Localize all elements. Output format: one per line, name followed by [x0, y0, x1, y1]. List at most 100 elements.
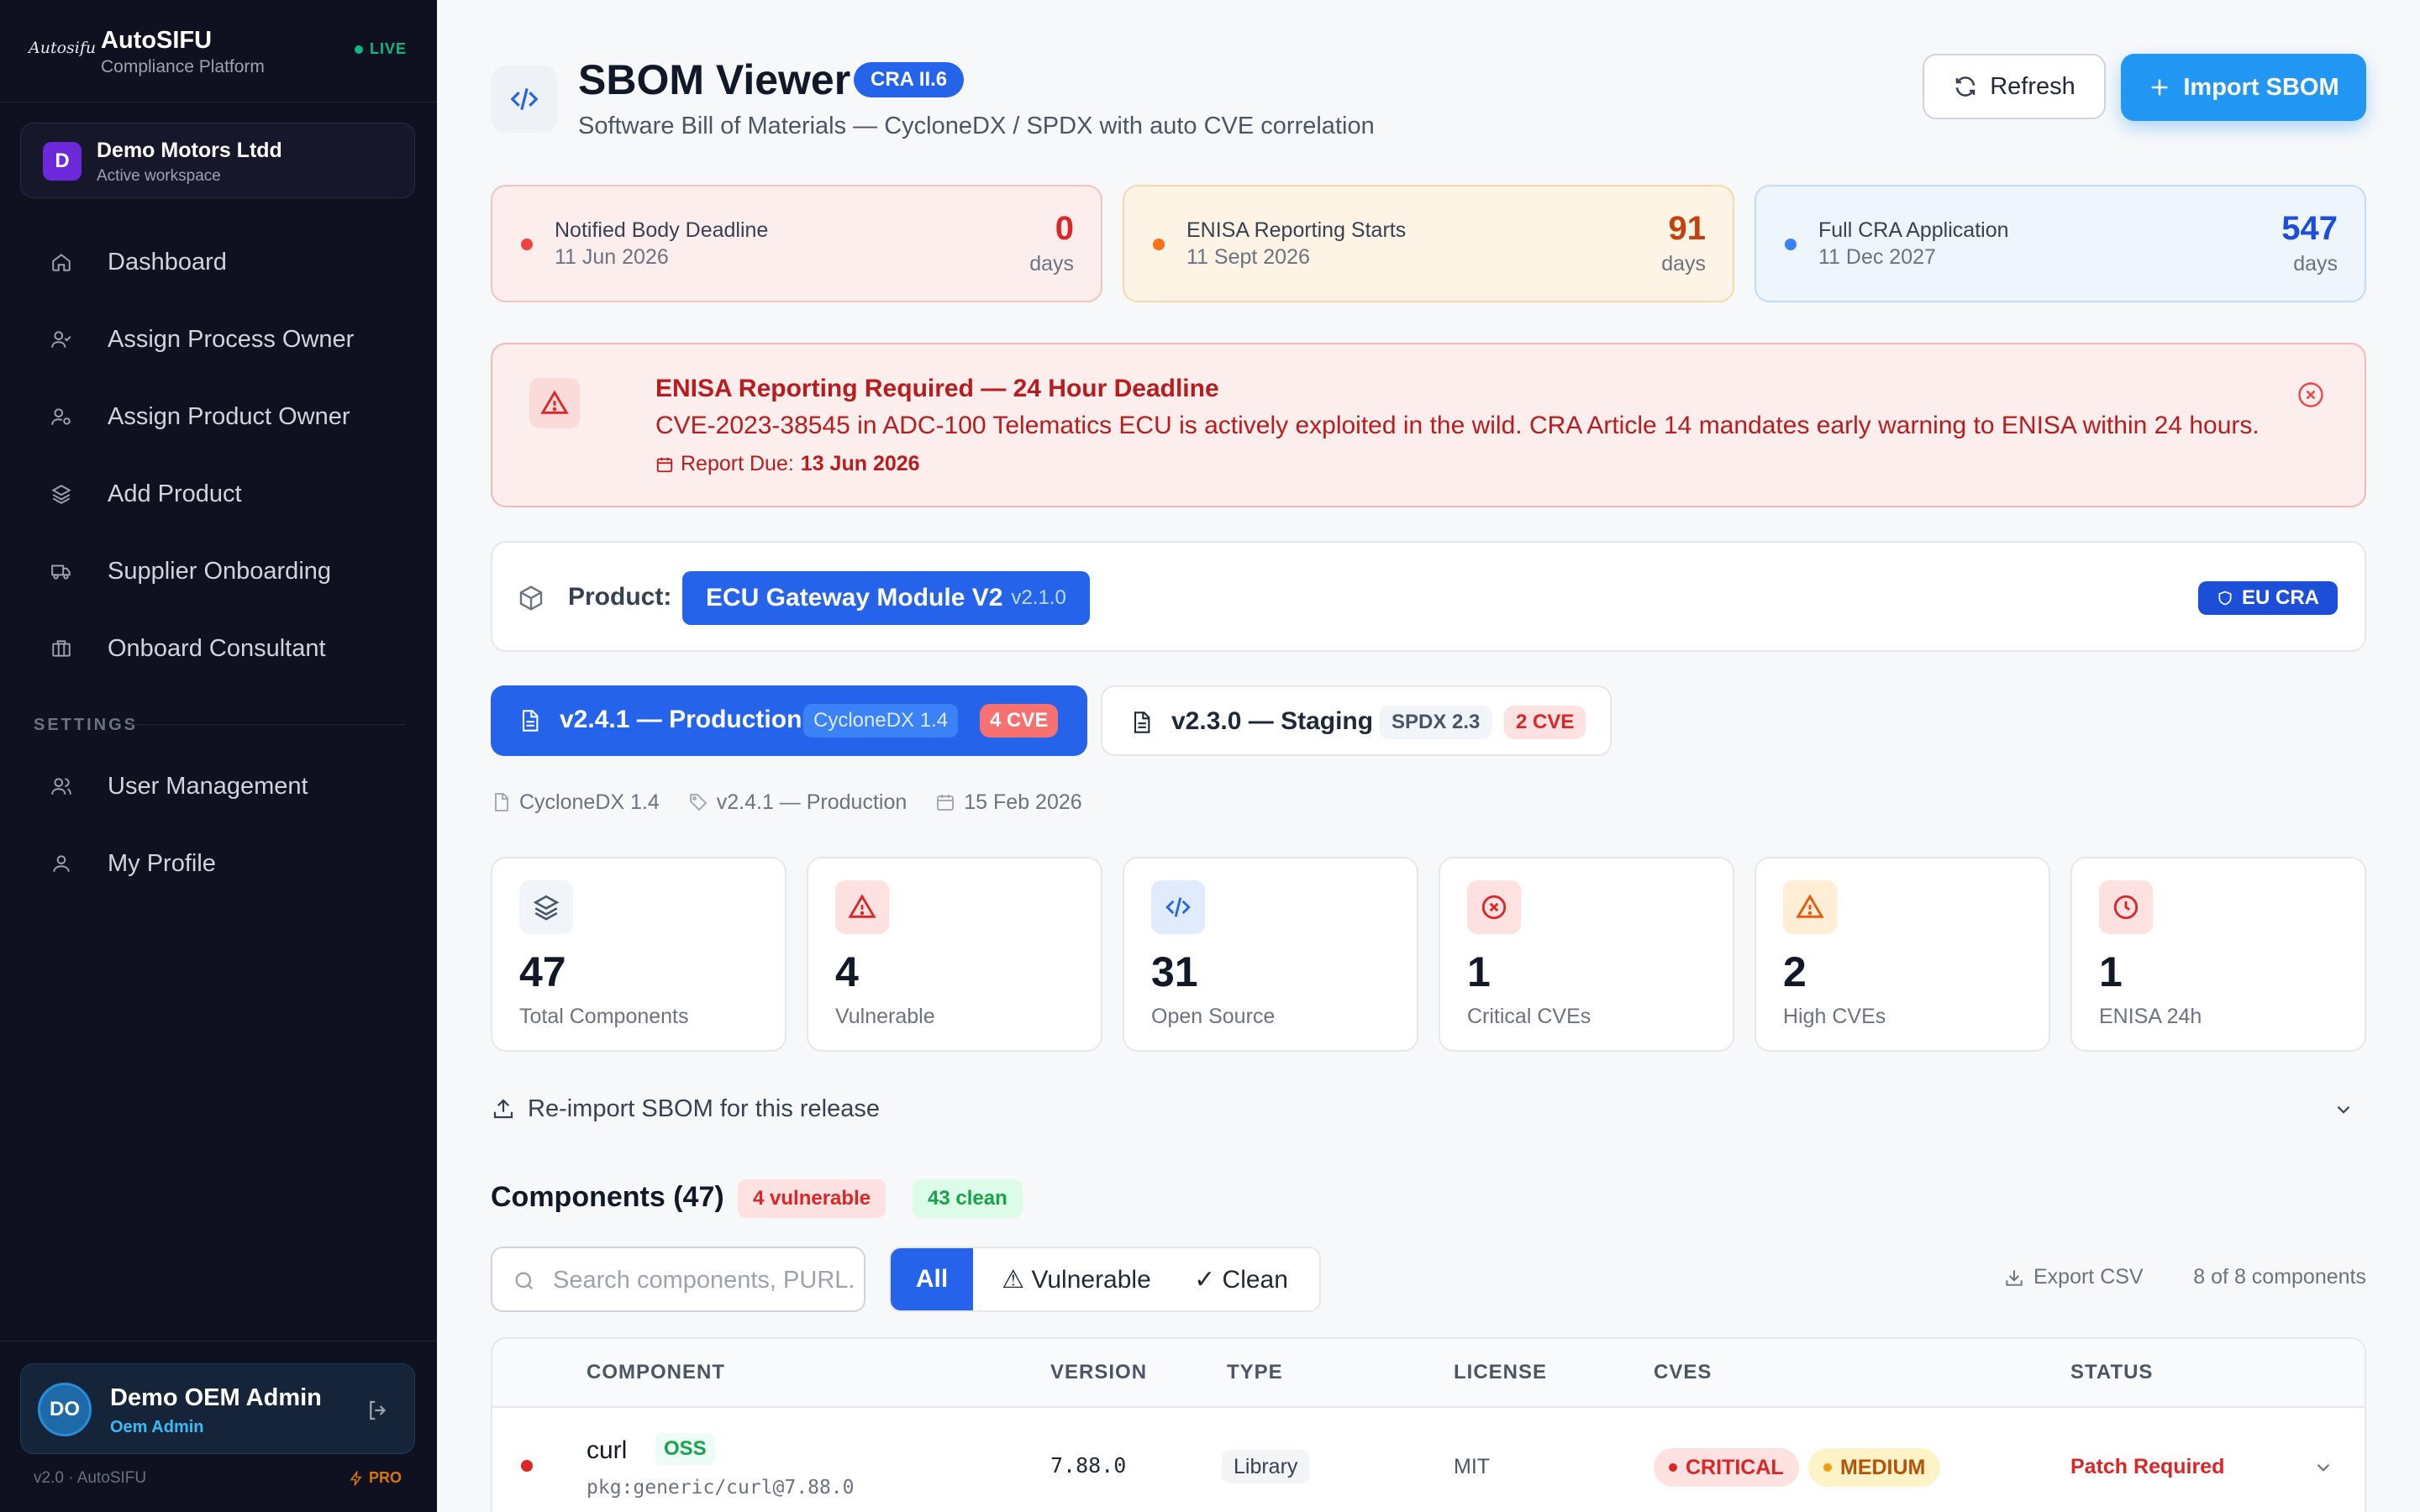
plus-icon: [2152, 79, 2168, 96]
user-name: Demo OEM Admin: [110, 1384, 322, 1411]
calendar-icon: [656, 457, 673, 472]
stat-card-total-components: 47 Total Components: [491, 857, 786, 1052]
live-label: LIVE: [369, 40, 407, 57]
export-label: Export CSV: [2033, 1265, 2144, 1289]
sidebar-item-supplier-onboarding[interactable]: Supplier Onboarding: [20, 541, 415, 601]
alert-due-date: 13 Jun 2026: [800, 452, 920, 475]
workspace-avatar: D: [43, 142, 82, 181]
release-name: v2.4.1 — Production: [560, 706, 802, 733]
brand-name: AutoSIFU: [101, 27, 213, 54]
tab-release-production[interactable]: v2.4.1 — Production CycloneDX 1.4 4 CVE: [491, 685, 1087, 756]
filter-vulnerable-button[interactable]: ⚠ Vulnerable: [990, 1248, 1163, 1310]
severity-dot: [521, 1460, 533, 1472]
sidebar-item-label: Assign Product Owner: [108, 402, 350, 430]
stat-card-enisa-24h: 1 ENISA 24h: [2070, 857, 2366, 1052]
warning-icon: [1783, 880, 1837, 934]
status-dot: [1785, 239, 1797, 250]
stat-value: 4: [835, 948, 859, 995]
alert-due-label: Report Due:: [681, 452, 794, 475]
filter-group: All ⚠ Vulnerable ✓ Clean: [889, 1247, 1321, 1312]
release-cve-badge: 2 CVE: [1504, 706, 1586, 739]
refresh-label: Refresh: [1990, 72, 2075, 100]
warning-icon: [529, 378, 580, 428]
layers-icon: [50, 483, 72, 505]
enisa-alert: ENISA Reporting Required — 24 Hour Deadl…: [491, 343, 2366, 507]
download-icon: [2006, 1269, 2023, 1286]
sidebar-item-assign-product-owner[interactable]: Assign Product Owner: [20, 386, 415, 447]
release-format-badge: SPDX 2.3: [1380, 706, 1492, 739]
user-card[interactable]: DO Demo OEM Admin Oem Admin: [20, 1363, 415, 1454]
stat-label: Critical CVEs: [1467, 1005, 1591, 1028]
alert-message: CVE-2023-38545 in ADC-100 Telematics ECU…: [655, 412, 2260, 439]
column-header[interactable]: STATUS: [2070, 1361, 2153, 1384]
release-meta: CycloneDX 1.4 v2.4.1 — Production 15 Feb…: [491, 788, 1082, 816]
deadline-card: Full CRA Application 11 Dec 2027 547 day…: [1754, 185, 2366, 302]
search-input[interactable]: [553, 1260, 855, 1300]
product-version: v2.1.0: [1011, 586, 1066, 609]
file-icon: [495, 793, 508, 811]
product-select[interactable]: ECU Gateway Module V2 v2.1.0: [682, 571, 1090, 625]
eu-cra-label: EU CRA: [2241, 586, 2319, 609]
import-sbom-button[interactable]: Import SBOM: [2121, 54, 2366, 121]
column-header[interactable]: VERSION: [1050, 1361, 1147, 1384]
sidebar-item-assign-process-owner[interactable]: Assign Process Owner: [20, 309, 415, 370]
deadline-date: 11 Dec 2027: [1818, 245, 1936, 269]
refresh-button[interactable]: Refresh: [1923, 54, 2106, 119]
live-indicator: LIVE: [354, 40, 407, 58]
component-license: MIT: [1454, 1455, 1491, 1478]
stat-value: 47: [519, 948, 566, 995]
refresh-icon: [1955, 76, 1975, 97]
truck-icon: [50, 560, 72, 582]
import-label: Import SBOM: [2183, 73, 2339, 101]
column-header[interactable]: CVES: [1654, 1361, 1712, 1384]
release-name: v2.3.0 — Staging: [1171, 707, 1374, 735]
export-csv-button[interactable]: Export CSV: [2003, 1265, 2144, 1289]
workspace-switcher[interactable]: D Demo Motors Ltdd Active workspace: [20, 123, 415, 198]
cve-severity-label: CRITICAL: [1686, 1455, 1784, 1479]
tab-release-staging[interactable]: v2.3.0 — Staging SPDX 2.3 2 CVE: [1101, 685, 1612, 756]
sidebar-item-onboard-consultant[interactable]: Onboard Consultant: [20, 618, 415, 679]
cra-badge: CRA II.6: [854, 62, 965, 97]
component-version: 7.88.0: [1050, 1453, 1127, 1478]
reimport-sbom-toggle[interactable]: Re-import SBOM for this release: [491, 1092, 2366, 1126]
sidebar-item-dashboard[interactable]: Dashboard: [20, 232, 415, 292]
component-type: Library: [1222, 1450, 1310, 1483]
close-icon[interactable]: [2296, 380, 2326, 410]
severity-dot: [1669, 1463, 1677, 1472]
cve-severity-pill: MEDIUM: [1808, 1448, 1941, 1487]
sidebar-item-label: My Profile: [108, 849, 216, 877]
sidebar-item-user-management[interactable]: User Management: [20, 756, 415, 816]
code-icon: [491, 66, 558, 133]
stat-value: 1: [1467, 948, 1491, 995]
sidebar-item-label: Dashboard: [108, 248, 227, 276]
column-header[interactable]: TYPE: [1227, 1361, 1283, 1384]
stat-label: Total Components: [519, 1005, 689, 1028]
table-header: COMPONENT VERSION TYPE LICENSE CVES STAT…: [492, 1339, 2365, 1408]
sidebar-item-add-product[interactable]: Add Product: [20, 464, 415, 524]
deadline-card: ENISA Reporting Starts 11 Sept 2026 91 d…: [1123, 185, 1734, 302]
sidebar-item-label: Onboard Consultant: [108, 634, 326, 662]
sidebar-item-label: Assign Process Owner: [108, 325, 355, 353]
layers-icon: [519, 880, 573, 934]
sidebar: Autosifu AutoSIFU Compliance Platform LI…: [0, 0, 437, 1512]
chevron-down-icon[interactable]: [2312, 1457, 2334, 1478]
product-selector-bar: Product: ECU Gateway Module V2 v2.1.0 EU…: [491, 541, 2366, 652]
logout-icon[interactable]: [366, 1398, 391, 1423]
sidebar-item-my-profile[interactable]: My Profile: [20, 833, 415, 894]
component-count: 8 of 8 components: [2193, 1265, 2366, 1289]
pro-badge: PRO: [349, 1469, 402, 1487]
release-cve-badge: 4 CVE: [980, 704, 1059, 738]
stat-card-critical-cves: 1 Critical CVEs: [1439, 857, 1734, 1052]
cve-severity-pill: CRITICAL: [1654, 1448, 1799, 1487]
eu-cra-badge: EU CRA: [2197, 581, 2338, 615]
table-row[interactable]: curl OSS pkg:generic/curl@7.88.0 7.88.0 …: [492, 1410, 2365, 1512]
column-header[interactable]: LICENSE: [1454, 1361, 1547, 1384]
meta-release: v2.4.1 — Production: [688, 790, 907, 815]
filter-clean-button[interactable]: ✓ Clean: [1163, 1248, 1319, 1310]
product-label: Product:: [568, 583, 672, 611]
brand-header: Autosifu AutoSIFU Compliance Platform LI…: [0, 0, 437, 102]
avatar: DO: [38, 1383, 92, 1436]
filter-all-button[interactable]: All: [891, 1248, 973, 1310]
column-header[interactable]: COMPONENT: [587, 1361, 725, 1384]
deadline-title: ENISA Reporting Starts: [1186, 218, 1407, 242]
